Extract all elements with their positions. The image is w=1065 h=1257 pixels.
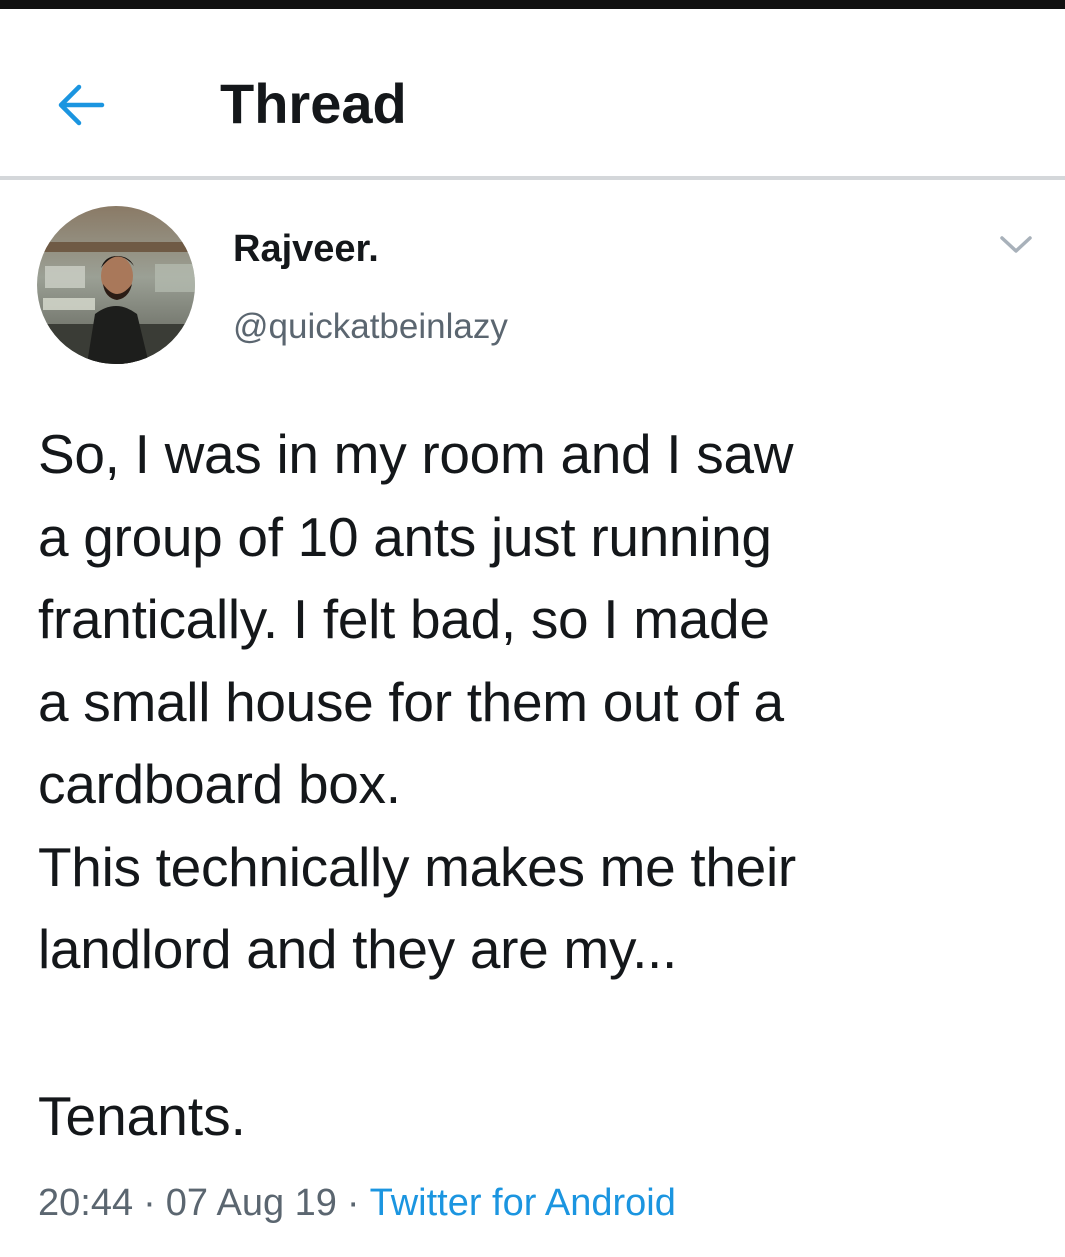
tweet-text-line: This technically makes me their [38, 835, 796, 898]
tweet-text-line: a group of 10 ants just running [38, 505, 772, 568]
tweet-text-line: a small house for them out of a [38, 670, 784, 733]
back-button[interactable] [50, 75, 110, 135]
tweet-text: So, I was in my room and I saw a group o… [38, 413, 1048, 991]
tweet-text-punchline: Tenants. [38, 1085, 246, 1147]
tweet-date[interactable]: 07 Aug 19 [166, 1182, 337, 1224]
tweet-source-link[interactable]: Twitter for Android [370, 1182, 676, 1224]
status-bar-edge [0, 0, 1065, 9]
tweet-text-line: cardboard box. [38, 753, 401, 815]
thread-header: Thread [0, 9, 1065, 176]
user-avatar-photo [37, 206, 195, 364]
chevron-down-icon [1000, 236, 1032, 253]
arrow-left-icon [58, 84, 105, 126]
tweet-text-line: frantically. I felt bad, so I made [38, 588, 770, 650]
meta-separator: · [143, 1182, 156, 1224]
tweet-time[interactable]: 20:44 [38, 1182, 133, 1224]
header-divider [0, 176, 1065, 180]
tweet-options-button[interactable] [996, 228, 1036, 262]
avatar[interactable] [37, 206, 195, 364]
author-handle[interactable]: @quickatbeinlazy [233, 306, 508, 348]
tweet-text-line: So, I was in my room and I saw [38, 423, 794, 485]
author-display-name[interactable]: Rajveer. [233, 226, 379, 272]
page-title: Thread [220, 72, 407, 135]
tweet-metadata: 20:44 · 07 Aug 19 · Twitter for Android [38, 1178, 676, 1228]
meta-separator: · [346, 1182, 360, 1224]
tweet-text-line: landlord and they are my... [38, 918, 678, 980]
